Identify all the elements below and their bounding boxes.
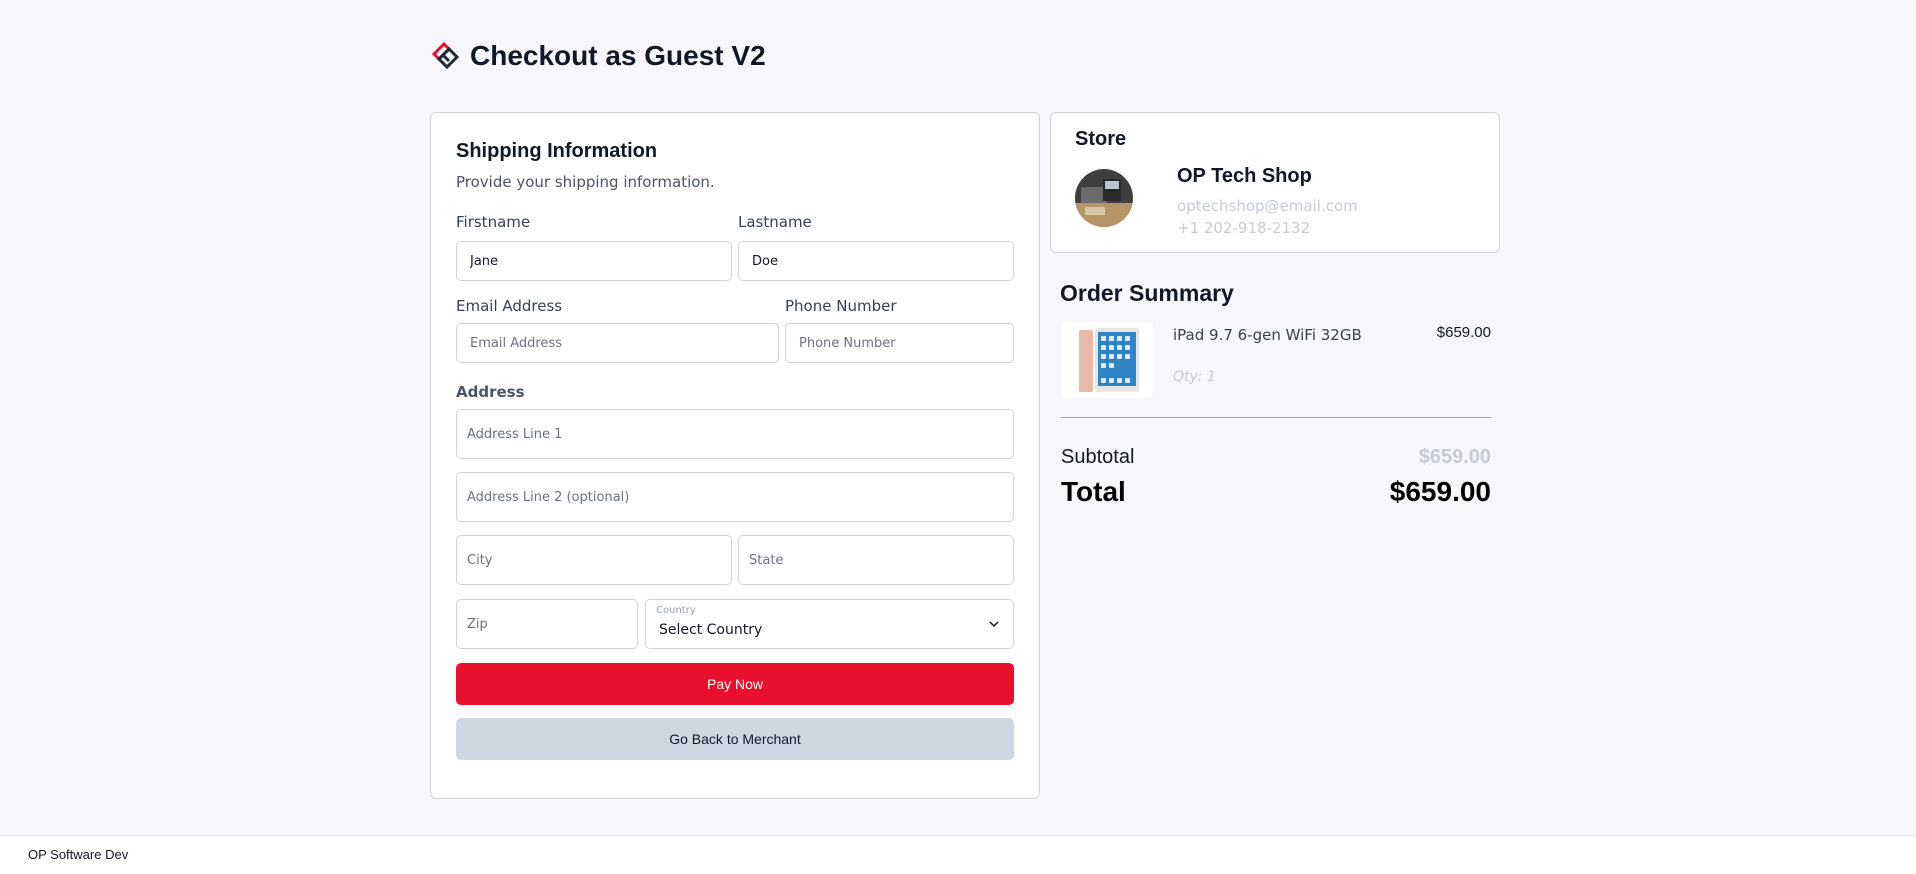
chevron-down-icon [989, 621, 999, 628]
product-thumbnail [1061, 322, 1153, 398]
back-to-merchant-button[interactable]: Go Back to Merchant [456, 718, 1014, 760]
total-label: Total [1061, 476, 1126, 507]
phone-field[interactable] [785, 323, 1014, 363]
lastname-label: Lastname [738, 213, 812, 231]
product-price: $659.00 [1436, 324, 1491, 341]
zip-input[interactable] [456, 599, 638, 649]
store-name: OP Tech Shop [1177, 165, 1312, 187]
firstname-input[interactable] [456, 241, 732, 281]
address-line2-input[interactable] [456, 472, 1014, 522]
summary-divider [1061, 417, 1491, 418]
store-avatar [1075, 169, 1133, 227]
page-footer: OP Software Dev [0, 835, 1916, 874]
address-line1-input[interactable] [456, 409, 1014, 459]
pay-now-button[interactable]: Pay Now [456, 663, 1014, 705]
store-email: optechshop@email.com [1177, 197, 1358, 215]
country-select-label: Country [656, 605, 696, 616]
lastname-input[interactable] [738, 241, 1014, 281]
page-header: Checkout as Guest V2 [430, 38, 766, 74]
store-phone: +1 202-918-2132 [1177, 219, 1311, 237]
subtotal-value: $659.00 [1418, 446, 1491, 468]
brand-diamond-logo-icon [431, 41, 460, 70]
store-card: Store OP Tech Shop optechshop@email.com … [1050, 112, 1500, 253]
email-field[interactable] [456, 323, 779, 363]
total-value: $659.00 [1389, 476, 1491, 507]
country-select[interactable]: Country Select Country [645, 599, 1014, 649]
footer-text: OP Software Dev [28, 847, 129, 862]
store-heading: Store [1075, 128, 1127, 150]
email-label: Email Address [456, 297, 563, 315]
phone-label: Phone Number [785, 297, 897, 315]
address-label: Address [456, 383, 525, 401]
shipping-form-card: Shipping Information Provide your shippi… [430, 112, 1040, 799]
subtotal-label: Subtotal [1061, 446, 1135, 468]
city-input[interactable] [456, 535, 732, 585]
shipping-title: Shipping Information [456, 140, 658, 162]
state-input[interactable] [738, 535, 1014, 585]
order-summary-title: Order Summary [1060, 280, 1234, 306]
country-select-value: Select Country [659, 622, 763, 638]
shipping-subtitle: Provide your shipping information. [456, 173, 715, 191]
firstname-label: Firstname [456, 213, 531, 231]
product-quantity: Qty: 1 [1173, 369, 1216, 385]
page-title: Checkout as Guest V2 [470, 40, 766, 71]
product-name: iPad 9.7 6-gen WiFi 32GB [1173, 326, 1362, 344]
